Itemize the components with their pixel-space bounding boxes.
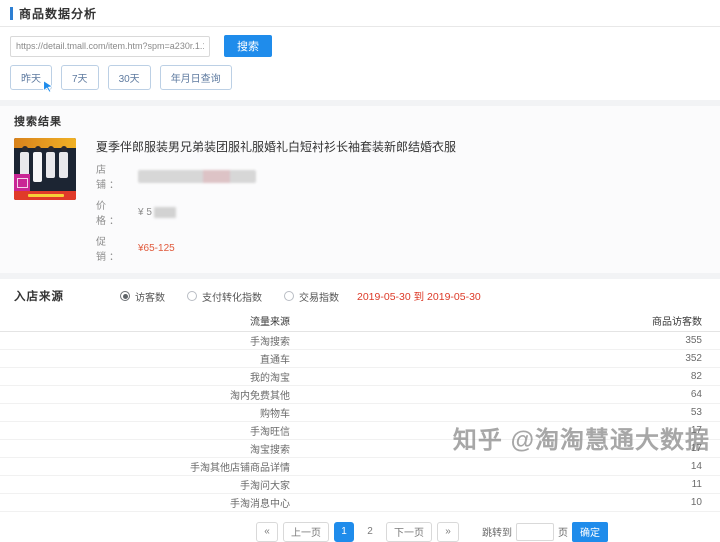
price-prefix: ¥ 5 xyxy=(138,207,152,218)
pagination-prev-button[interactable]: 上一页 xyxy=(283,522,329,542)
visitors-cell: 352 xyxy=(292,349,720,367)
pagination-page-1[interactable]: 1 xyxy=(334,522,354,542)
pagination-page-2[interactable]: 2 xyxy=(359,522,381,542)
source-cell: 我的淘宝 xyxy=(0,367,292,385)
table-row: 直通车 352 xyxy=(0,349,720,367)
product-info: 夏季伴郎服装男兄弟装团服礼服婚礼白短衬衫长袖套装新郎结婚衣服 店 铺： 价 格：… xyxy=(96,138,456,263)
table-row: 我的淘宝 82 xyxy=(0,367,720,385)
radio-transaction-index-label: 交易指数 xyxy=(299,289,339,304)
traffic-source-table: 流量来源 商品访客数 手淘搜索 355 直通车 352 我的淘宝 82 淘内免费… xyxy=(0,311,720,512)
price-value: ¥ 5 xyxy=(138,207,176,218)
page-title: 商品数据分析 xyxy=(19,5,97,22)
product-image-banner-bottom xyxy=(14,191,76,200)
table-row: 手淘旺信 17 xyxy=(0,421,720,439)
source-cell: 手淘旺信 xyxy=(0,421,292,439)
table-row: 手淘搜索 355 xyxy=(0,331,720,349)
search-row: 搜索 xyxy=(0,27,720,57)
product-image-promo-badge xyxy=(14,174,30,191)
date-filter-row: 昨天 7天 30天 年月日查询 xyxy=(0,57,720,100)
metric-radio-group: 访客数 支付转化指数 交易指数 xyxy=(120,289,339,304)
page-jump-group: 跳转到 页 确定 xyxy=(482,522,608,542)
radio-payment-conversion[interactable]: 支付转化指数 xyxy=(187,289,262,304)
radio-transaction-index[interactable]: 交易指数 xyxy=(284,289,339,304)
visitors-cell: 64 xyxy=(292,385,720,403)
promo-label: 促 销： xyxy=(96,233,138,263)
product-image[interactable] xyxy=(14,138,76,200)
search-results-section: 搜索结果 夏季伴郎服装男兄弟装团服礼服婚礼白短衬衫长袖套装新郎结婚衣服 店 铺：… xyxy=(0,106,720,273)
visitors-cell: 10 xyxy=(292,493,720,511)
visitors-cell: 355 xyxy=(292,331,720,349)
source-cell: 淘宝搜索 xyxy=(0,439,292,457)
pagination: « 上一页 1 2 下一页 » 跳转到 页 确定 xyxy=(256,522,720,542)
jump-page-input[interactable] xyxy=(516,523,554,541)
entry-source-header: 入店来源 访客数 支付转化指数 交易指数 2019-05-30 到 2019-0… xyxy=(0,279,720,309)
entry-source-title: 入店来源 xyxy=(14,288,64,304)
pagination-next-button[interactable]: 下一页 xyxy=(386,522,432,542)
pagination-first-button[interactable]: « xyxy=(256,522,278,542)
page-header: 商品数据分析 xyxy=(0,0,720,27)
price-label: 价 格： xyxy=(96,197,138,227)
table-row: 手淘消息中心 10 xyxy=(0,493,720,511)
search-button[interactable]: 搜索 xyxy=(224,35,272,57)
source-cell: 手淘问大家 xyxy=(0,475,292,493)
pagination-last-button[interactable]: » xyxy=(437,522,459,542)
table-row: 购物车 53 xyxy=(0,403,720,421)
shop-line: 店 铺： xyxy=(96,161,456,191)
radio-visitor-count-label: 访客数 xyxy=(135,289,165,304)
table-header-row: 流量来源 商品访客数 xyxy=(0,311,720,331)
visitors-cell: 17 xyxy=(292,439,720,457)
jump-confirm-button[interactable]: 确定 xyxy=(572,522,608,542)
radio-visitor-count[interactable]: 访客数 xyxy=(120,289,165,304)
mouse-cursor-icon xyxy=(42,80,55,93)
url-input[interactable] xyxy=(10,36,210,57)
date-filter-yesterday[interactable]: 昨天 xyxy=(10,65,52,90)
date-filter-7days[interactable]: 7天 xyxy=(61,65,99,90)
product-result-item: 夏季伴郎服装男兄弟装团服礼服婚礼白短衬衫长袖套装新郎结婚衣服 店 铺： 价 格：… xyxy=(14,138,706,263)
source-cell: 淘内免费其他 xyxy=(0,385,292,403)
column-header-product-visitors: 商品访客数 xyxy=(292,311,720,331)
promo-value: ¥65-125 xyxy=(138,243,175,254)
source-cell: 直通车 xyxy=(0,349,292,367)
shop-value-redacted xyxy=(138,170,256,183)
radio-payment-conversion-label: 支付转化指数 xyxy=(202,289,262,304)
date-range-text: 2019-05-30 到 2019-05-30 xyxy=(357,289,481,304)
table-row: 淘内免费其他 64 xyxy=(0,385,720,403)
date-filter-yesterday-label: 昨天 xyxy=(21,74,41,85)
radio-unselected-icon xyxy=(187,291,197,301)
visitors-cell: 17 xyxy=(292,421,720,439)
table-row: 手淘问大家 11 xyxy=(0,475,720,493)
source-cell: 手淘搜索 xyxy=(0,331,292,349)
price-line: 价 格： ¥ 5 xyxy=(96,197,456,227)
date-filter-30days[interactable]: 30天 xyxy=(108,65,151,90)
radio-unselected-icon xyxy=(284,291,294,301)
jump-unit-label: 页 xyxy=(558,524,568,539)
search-results-title: 搜索结果 xyxy=(14,113,706,129)
promo-line: 促 销： ¥65-125 xyxy=(96,233,456,263)
table-row: 淘宝搜索 17 xyxy=(0,439,720,457)
visitors-cell: 11 xyxy=(292,475,720,493)
product-title[interactable]: 夏季伴郎服装男兄弟装团服礼服婚礼白短衬衫长袖套装新郎结婚衣服 xyxy=(96,140,456,155)
jump-label: 跳转到 xyxy=(482,524,512,539)
column-header-traffic-source: 流量来源 xyxy=(0,311,292,331)
date-filter-custom[interactable]: 年月日查询 xyxy=(160,65,232,90)
visitors-cell: 82 xyxy=(292,367,720,385)
source-cell: 手淘消息中心 xyxy=(0,493,292,511)
price-value-redacted xyxy=(154,207,176,218)
radio-selected-icon xyxy=(120,291,130,301)
title-accent-bar xyxy=(10,7,13,20)
source-cell: 购物车 xyxy=(0,403,292,421)
shop-label: 店 铺： xyxy=(96,161,138,191)
visitors-cell: 53 xyxy=(292,403,720,421)
